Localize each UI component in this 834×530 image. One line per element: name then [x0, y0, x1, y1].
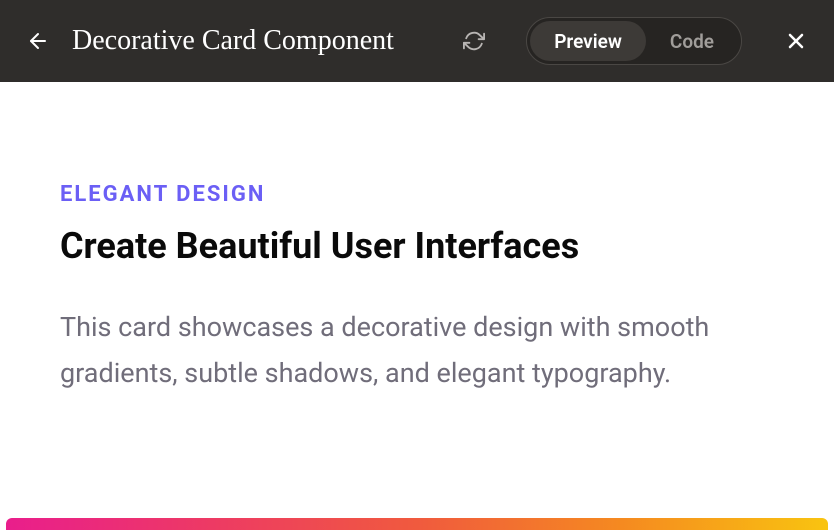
back-button[interactable]	[20, 23, 56, 59]
gradient-accent-bar	[6, 518, 828, 530]
close-icon	[784, 29, 808, 53]
card-preview: ELEGANT DESIGN Create Beautiful User Int…	[0, 82, 834, 530]
code-tab[interactable]: Code	[646, 21, 738, 61]
refresh-button[interactable]	[456, 23, 492, 59]
preview-tab[interactable]: Preview	[530, 21, 646, 61]
app-header: Decorative Card Component Preview Code	[0, 0, 834, 82]
card-body: This card showcases a decorative design …	[60, 305, 774, 397]
close-button[interactable]	[778, 23, 814, 59]
view-toggle: Preview Code	[526, 17, 742, 65]
card-eyebrow: ELEGANT DESIGN	[60, 182, 774, 207]
page-title: Decorative Card Component	[72, 25, 440, 57]
refresh-icon	[463, 30, 485, 52]
arrow-left-icon	[26, 29, 50, 53]
card-title: Create Beautiful User Interfaces	[60, 225, 774, 267]
